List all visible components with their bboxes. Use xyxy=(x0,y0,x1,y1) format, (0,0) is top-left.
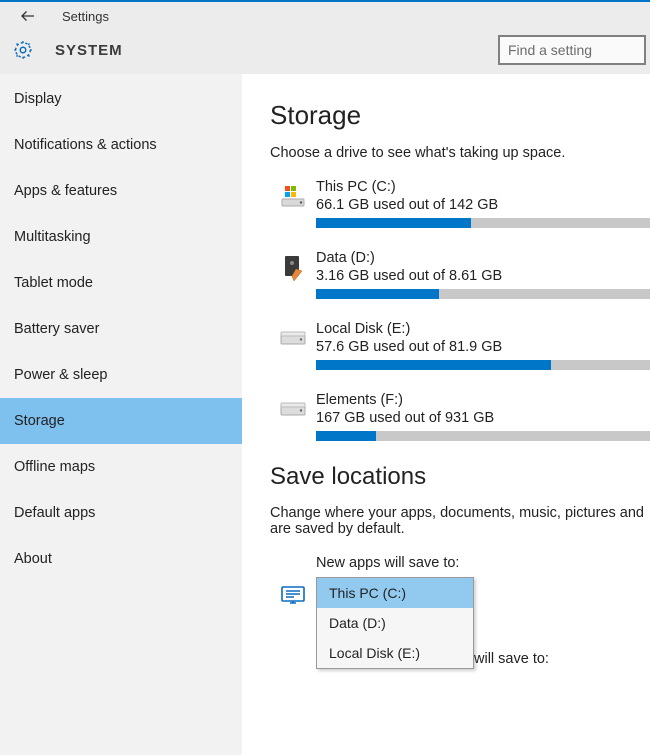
dropdown-option[interactable]: Local Disk (E:) xyxy=(317,638,473,668)
drive-row[interactable]: This PC (C:) 66.1 GB used out of 142 GB xyxy=(270,179,650,228)
sidebar-item-offline-maps[interactable]: Offline maps xyxy=(0,444,242,490)
truncated-label: will save to: xyxy=(474,651,549,667)
new-apps-label: New apps will save to: xyxy=(316,555,650,571)
usage-bar-fill xyxy=(316,218,471,228)
usage-bar-fill xyxy=(316,360,551,370)
monitor-icon xyxy=(270,555,316,669)
sidebar-item-apps-features[interactable]: Apps & features xyxy=(0,168,242,214)
sidebar-item-label: About xyxy=(14,551,52,567)
hdd-check-icon xyxy=(270,250,316,299)
drive-row[interactable]: Local Disk (E:) 57.6 GB used out of 81.9 … xyxy=(270,321,650,370)
sidebar-item-label: Battery saver xyxy=(14,321,99,337)
sidebar-item-about[interactable]: About xyxy=(0,536,242,582)
windows-drive-icon xyxy=(270,179,316,228)
drive-name: Local Disk (E:) xyxy=(316,321,650,337)
drive-row[interactable]: Data (D:) 3.16 GB used out of 8.61 GB xyxy=(270,250,650,299)
dropdown-option-label: Data (D:) xyxy=(329,615,386,631)
dropdown-option-label: This PC (C:) xyxy=(329,585,406,601)
sidebar-item-label: Default apps xyxy=(14,505,95,521)
drive-name: This PC (C:) xyxy=(316,179,650,195)
save-locations-heading: Save locations xyxy=(270,463,650,491)
sidebar-item-power-sleep[interactable]: Power & sleep xyxy=(0,352,242,398)
sidebar-item-tablet-mode[interactable]: Tablet mode xyxy=(0,260,242,306)
dropdown-option[interactable]: This PC (C:) xyxy=(317,578,473,608)
drive-name: Data (D:) xyxy=(316,250,650,266)
sidebar-item-label: Power & sleep xyxy=(14,367,108,383)
page-title: Storage xyxy=(270,100,650,131)
sidebar: Display Notifications & actions Apps & fea… xyxy=(0,74,242,755)
save-locations-subheading: Change where your apps, documents, music… xyxy=(270,505,650,537)
sidebar-item-notifications-actions[interactable]: Notifications & actions xyxy=(0,122,242,168)
usage-bar xyxy=(316,218,650,228)
drive-usage: 167 GB used out of 931 GB xyxy=(316,410,650,426)
sidebar-item-label: Tablet mode xyxy=(14,275,93,291)
drive-list: This PC (C:) 66.1 GB used out of 142 GB Da… xyxy=(270,179,650,441)
usage-bar-fill xyxy=(316,431,376,441)
settings-window: Settings SYSTEM Display Notifications & a… xyxy=(0,0,650,755)
drive-usage: 66.1 GB used out of 142 GB xyxy=(316,197,650,213)
sidebar-item-default-apps[interactable]: Default apps xyxy=(0,490,242,536)
sidebar-item-label: Notifications & actions xyxy=(14,137,157,153)
titlebar-bottom: SYSTEM xyxy=(0,30,650,72)
drive-icon xyxy=(270,321,316,370)
usage-bar-fill xyxy=(316,289,439,299)
sidebar-item-storage[interactable]: Storage xyxy=(0,398,242,444)
dropdown-option[interactable]: Data (D:) xyxy=(317,608,473,638)
sidebar-item-label: Storage xyxy=(14,413,65,429)
drive-name: Elements (F:) xyxy=(316,392,650,408)
usage-bar xyxy=(316,289,650,299)
sidebar-item-battery-saver[interactable]: Battery saver xyxy=(0,306,242,352)
drive-icon xyxy=(270,392,316,441)
sidebar-item-label: Offline maps xyxy=(14,459,95,475)
arrow-left-icon xyxy=(19,7,37,25)
dropdown-option-label: Local Disk (E:) xyxy=(329,645,420,661)
back-button[interactable] xyxy=(16,4,40,28)
window-title: Settings xyxy=(62,9,109,24)
sidebar-item-multitasking[interactable]: Multitasking xyxy=(0,214,242,260)
sidebar-item-label: Display xyxy=(14,91,62,107)
usage-bar xyxy=(316,360,650,370)
drive-usage: 3.16 GB used out of 8.61 GB xyxy=(316,268,650,284)
page-subheading: Choose a drive to see what's taking up s… xyxy=(270,145,650,161)
usage-bar xyxy=(316,431,650,441)
sidebar-item-label: Multitasking xyxy=(14,229,91,245)
titlebar-top: Settings xyxy=(0,2,650,30)
save-location-dropdown[interactable]: This PC (C:) Data (D:) Local Disk (E:) xyxy=(316,577,474,669)
sidebar-item-display[interactable]: Display xyxy=(0,76,242,122)
titlebar: Settings SYSTEM xyxy=(0,2,650,74)
drive-usage: 57.6 GB used out of 81.9 GB xyxy=(316,339,650,355)
search-input[interactable] xyxy=(498,35,646,65)
section-title: SYSTEM xyxy=(55,42,123,59)
drive-row[interactable]: Elements (F:) 167 GB used out of 931 GB xyxy=(270,392,650,441)
sidebar-item-label: Apps & features xyxy=(14,183,117,199)
content: Storage Choose a drive to see what's tak… xyxy=(242,74,650,755)
gear-icon xyxy=(12,39,34,61)
